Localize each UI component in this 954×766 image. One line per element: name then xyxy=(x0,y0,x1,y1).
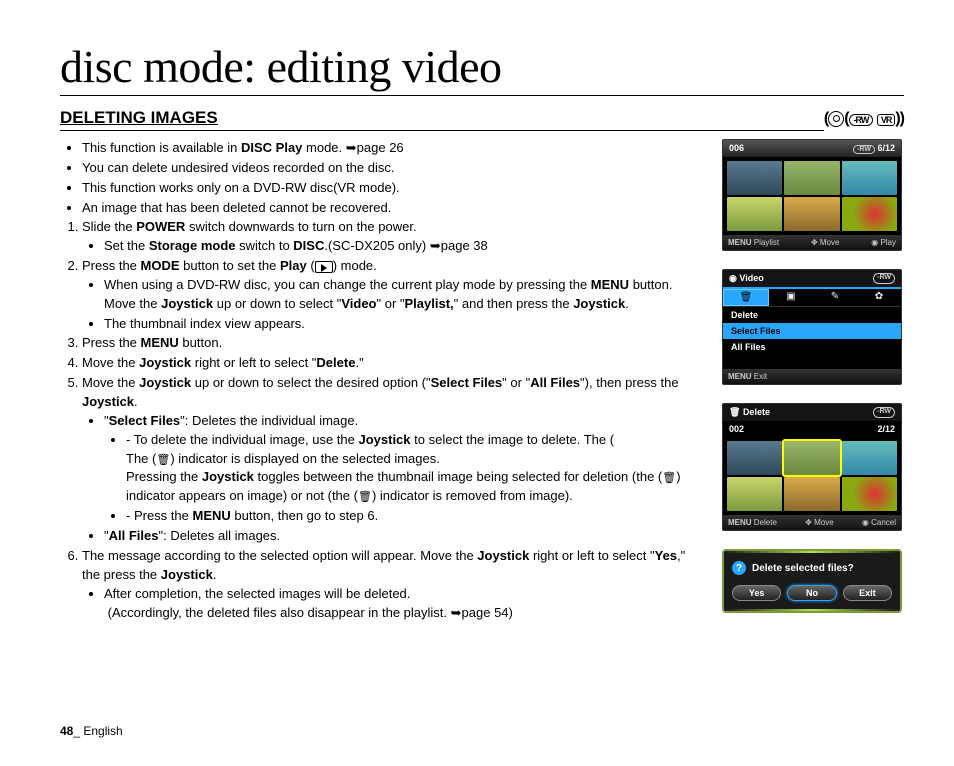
clip-count: 2/12 xyxy=(877,424,895,434)
thumbnail xyxy=(842,197,897,231)
question-icon: ? xyxy=(732,561,746,575)
clip-id: 006 xyxy=(729,143,744,154)
confirm-text: Delete selected files? xyxy=(752,563,854,574)
clip-count: 6/12 xyxy=(877,143,895,153)
menu-tab-icon: ✿ xyxy=(857,289,901,306)
menu-item-all-files: All Files xyxy=(723,339,901,355)
thumbnail xyxy=(727,161,782,195)
trash-icon xyxy=(662,469,676,484)
screenshot-confirm-dialog: ? Delete selected files? Yes No Exit xyxy=(722,549,902,613)
step-2-sub: The thumbnail index view appears. xyxy=(104,315,706,334)
menu-item-select-files: Select Files xyxy=(723,323,901,339)
thumbnail xyxy=(727,197,782,231)
intro-bullet: This function is available in DISC Play … xyxy=(82,139,706,158)
step-6-sub: After completion, the selected images wi… xyxy=(104,585,706,623)
step-2-sub: When using a DVD-RW disc, you can change… xyxy=(104,276,706,314)
menu-tab-icon: ✎ xyxy=(813,289,857,306)
no-button: No xyxy=(787,585,836,601)
step-2: Press the MODE button to set the Play ()… xyxy=(82,257,706,333)
yes-button: Yes xyxy=(732,585,781,601)
figures-column: 006 -RW 6/12 MENU Playlist ✥ Move ◉ Play… xyxy=(722,139,904,623)
intro-bullet: You can delete undesired videos recorded… xyxy=(82,159,706,178)
menu-tab-icon: ▣ xyxy=(769,289,813,306)
menu-tab-delete-icon: 🗑 xyxy=(723,289,769,306)
intro-bullet: This function works only on a DVD-RW dis… xyxy=(82,179,706,198)
step-4: Move the Joystick right or left to selec… xyxy=(82,354,706,373)
rw-badge: -RW xyxy=(849,114,874,126)
step-5-selectfiles: "Select Files": Deletes the individual i… xyxy=(104,412,706,526)
section-heading: DELETING IMAGES xyxy=(60,108,824,131)
step-5-dash: Press the MENU button, then go to step 6… xyxy=(126,507,706,526)
thumbnail xyxy=(842,477,897,511)
trash-icon xyxy=(358,488,372,503)
menu-item-delete: Delete xyxy=(723,307,901,323)
mode-badge: ((-RW VR)) xyxy=(824,110,904,128)
clip-id: 002 xyxy=(729,424,744,434)
step-6: The message according to the selected op… xyxy=(82,547,706,622)
screenshot-video-menu: ◉ Video-RW 🗑 ▣ ✎ ✿ Delete Select Files A… xyxy=(722,269,902,385)
disc-icon xyxy=(828,111,844,127)
instruction-text: This function is available in DISC Play … xyxy=(60,139,706,623)
screenshot-delete-grid: 🗑 Delete-RW 002 2/12 MENU Delete ✥ Move … xyxy=(722,403,902,531)
page-footer: 48_ English xyxy=(60,724,123,738)
thumbnail xyxy=(784,161,839,195)
exit-button: Exit xyxy=(843,585,892,601)
step-5-dash: To delete the individual image, use the … xyxy=(126,431,706,507)
thumbnail xyxy=(842,441,897,475)
thumbnail xyxy=(842,161,897,195)
thumbnail xyxy=(727,477,782,511)
screenshot-thumbnail-index: 006 -RW 6/12 MENU Playlist ✥ Move ◉ Play xyxy=(722,139,902,251)
page-title: disc mode: editing video xyxy=(60,40,904,96)
play-icon xyxy=(315,261,333,273)
trash-icon xyxy=(156,451,170,466)
thumbnail-selected xyxy=(784,441,839,475)
thumbnail xyxy=(784,197,839,231)
step-3: Press the MENU button. xyxy=(82,334,706,353)
step-1: Slide the POWER switch downwards to turn… xyxy=(82,218,706,256)
step-5-allfiles: "All Files": Deletes all images. xyxy=(104,527,706,546)
rw-badge-small: -RW xyxy=(853,145,875,154)
vr-badge: VR xyxy=(877,114,896,126)
intro-bullet: An image that has been deleted cannot be… xyxy=(82,199,706,218)
thumbnail xyxy=(727,441,782,475)
step-1-sub: Set the Storage mode switch to DISC.(SC-… xyxy=(104,237,706,256)
thumbnail xyxy=(784,477,839,511)
step-5: Move the Joystick up or down to select t… xyxy=(82,374,706,546)
